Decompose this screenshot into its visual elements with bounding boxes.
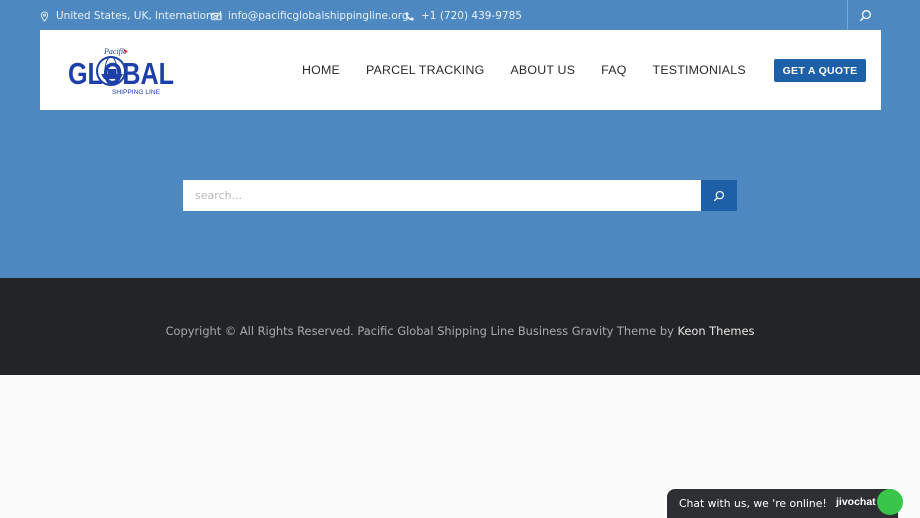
map-pin-icon (40, 10, 49, 22)
search-input[interactable] (183, 180, 701, 211)
chat-status-text: Chat with us, we 're online! (679, 497, 827, 510)
nav-home[interactable]: HOME (302, 63, 340, 77)
nav-faq[interactable]: FAQ (601, 63, 626, 77)
ship-icon (101, 74, 123, 79)
copyright-text: Copyright © All Rights Reserved. Pacific… (0, 324, 920, 338)
logo-line1: Pacific (103, 47, 127, 56)
page: United States, UK, International info@pa… (0, 0, 920, 518)
search-icon (859, 10, 871, 22)
jivochat-logo: jivochat (836, 496, 876, 508)
main-nav: HOME PARCEL TRACKING ABOUT US FAQ TESTIM… (302, 30, 772, 110)
search-form (183, 180, 737, 211)
chat-widget[interactable]: Chat with us, we 're online! jivochat (667, 489, 898, 518)
topbar-phone[interactable]: +1 (720) 439-9785 (404, 9, 522, 23)
not-found-message: It seems we can't find what you're looki… (244, 124, 676, 138)
site-logo[interactable]: Pacific GLOBAL SHIPPING LINE (68, 44, 178, 96)
phone-icon (405, 11, 414, 21)
topbar-email[interactable]: info@pacificglobalshippingline.org (211, 9, 409, 23)
copyright-label: Copyright © All Rights Reserved. Pacific… (165, 324, 678, 338)
topbar-phone-link[interactable]: +1 (720) 439-9785 (421, 9, 522, 23)
get-a-quote-button[interactable]: GET A QUOTE (774, 59, 866, 82)
topbar-location: United States, UK, International (39, 9, 222, 23)
envelope-icon (211, 12, 222, 20)
logo-line3: SHIPPING LINE (112, 89, 161, 96)
site-header: Pacific GLOBAL SHIPPING LINE HOME PARCEL… (40, 30, 881, 110)
search-icon (713, 190, 725, 201)
topbar-location-text: United States, UK, International (56, 10, 223, 22)
chat-bubble-icon[interactable] (877, 489, 903, 515)
hero-section: United States, UK, International info@pa… (0, 0, 920, 278)
keon-themes-link[interactable]: Keon Themes (677, 324, 754, 338)
topbar-search-button[interactable] (847, 0, 883, 31)
nav-testimonials[interactable]: TESTIMONIALS (653, 63, 746, 77)
topbar-email-link[interactable]: info@pacificglobalshippingline.org (228, 9, 409, 23)
top-bar: United States, UK, International info@pa… (0, 0, 920, 31)
nav-parcel-tracking[interactable]: PARCEL TRACKING (366, 63, 484, 77)
site-footer: Copyright © All Rights Reserved. Pacific… (0, 278, 920, 375)
nav-about-us[interactable]: ABOUT US (510, 63, 575, 77)
search-submit-button[interactable] (701, 180, 737, 211)
